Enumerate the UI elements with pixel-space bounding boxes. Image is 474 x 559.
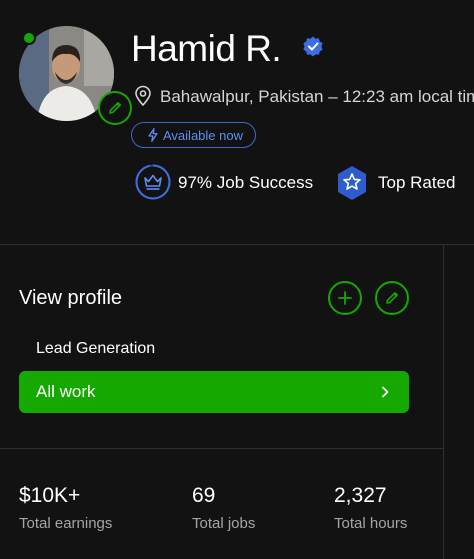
stat-label: Total jobs	[192, 515, 256, 532]
location-pin-icon	[135, 85, 151, 107]
edit-avatar-button[interactable]	[98, 91, 132, 125]
stat-value: 69	[192, 484, 216, 507]
all-work-button[interactable]: All work	[19, 371, 409, 413]
view-profile-heading: View profile	[19, 287, 123, 309]
edit-profile-button[interactable]	[375, 281, 409, 315]
add-profile-button[interactable]	[328, 281, 362, 315]
verified-badge-icon	[303, 36, 323, 57]
specialized-profile-link[interactable]: Lead Generation	[36, 340, 155, 358]
plus-icon	[338, 291, 352, 305]
all-work-label: All work	[36, 382, 96, 401]
online-status-dot	[22, 31, 36, 45]
stat-value: $10K+	[19, 484, 81, 507]
top-rated-icon	[338, 166, 366, 200]
profile-name: Hamid R.	[131, 28, 282, 69]
stat-value: 2,327	[334, 484, 387, 507]
divider	[0, 244, 474, 245]
lightning-icon	[148, 128, 158, 142]
job-success-icon	[135, 164, 171, 200]
top-rated-text: Top Rated	[378, 173, 456, 192]
stat-label: Total hours	[334, 515, 408, 532]
divider	[0, 448, 443, 449]
location-text: Bahawalpur, Pakistan – 12:23 am local ti…	[160, 87, 474, 106]
stat-label: Total earnings	[19, 515, 113, 532]
availability-label: Available now	[163, 127, 243, 143]
stat-total-earnings: $10K+ Total earnings	[19, 484, 112, 532]
job-success-text: 97% Job Success	[178, 173, 314, 192]
stat-total-jobs: 69 Total jobs	[192, 484, 255, 532]
pencil-icon	[386, 292, 398, 304]
availability-badge[interactable]: Available now	[131, 122, 256, 148]
stat-total-hours: 2,327 Total hours	[334, 484, 407, 532]
divider-vertical	[443, 244, 444, 559]
avatar-container	[19, 26, 132, 125]
pencil-icon	[109, 102, 121, 114]
chevron-right-icon	[382, 386, 389, 398]
